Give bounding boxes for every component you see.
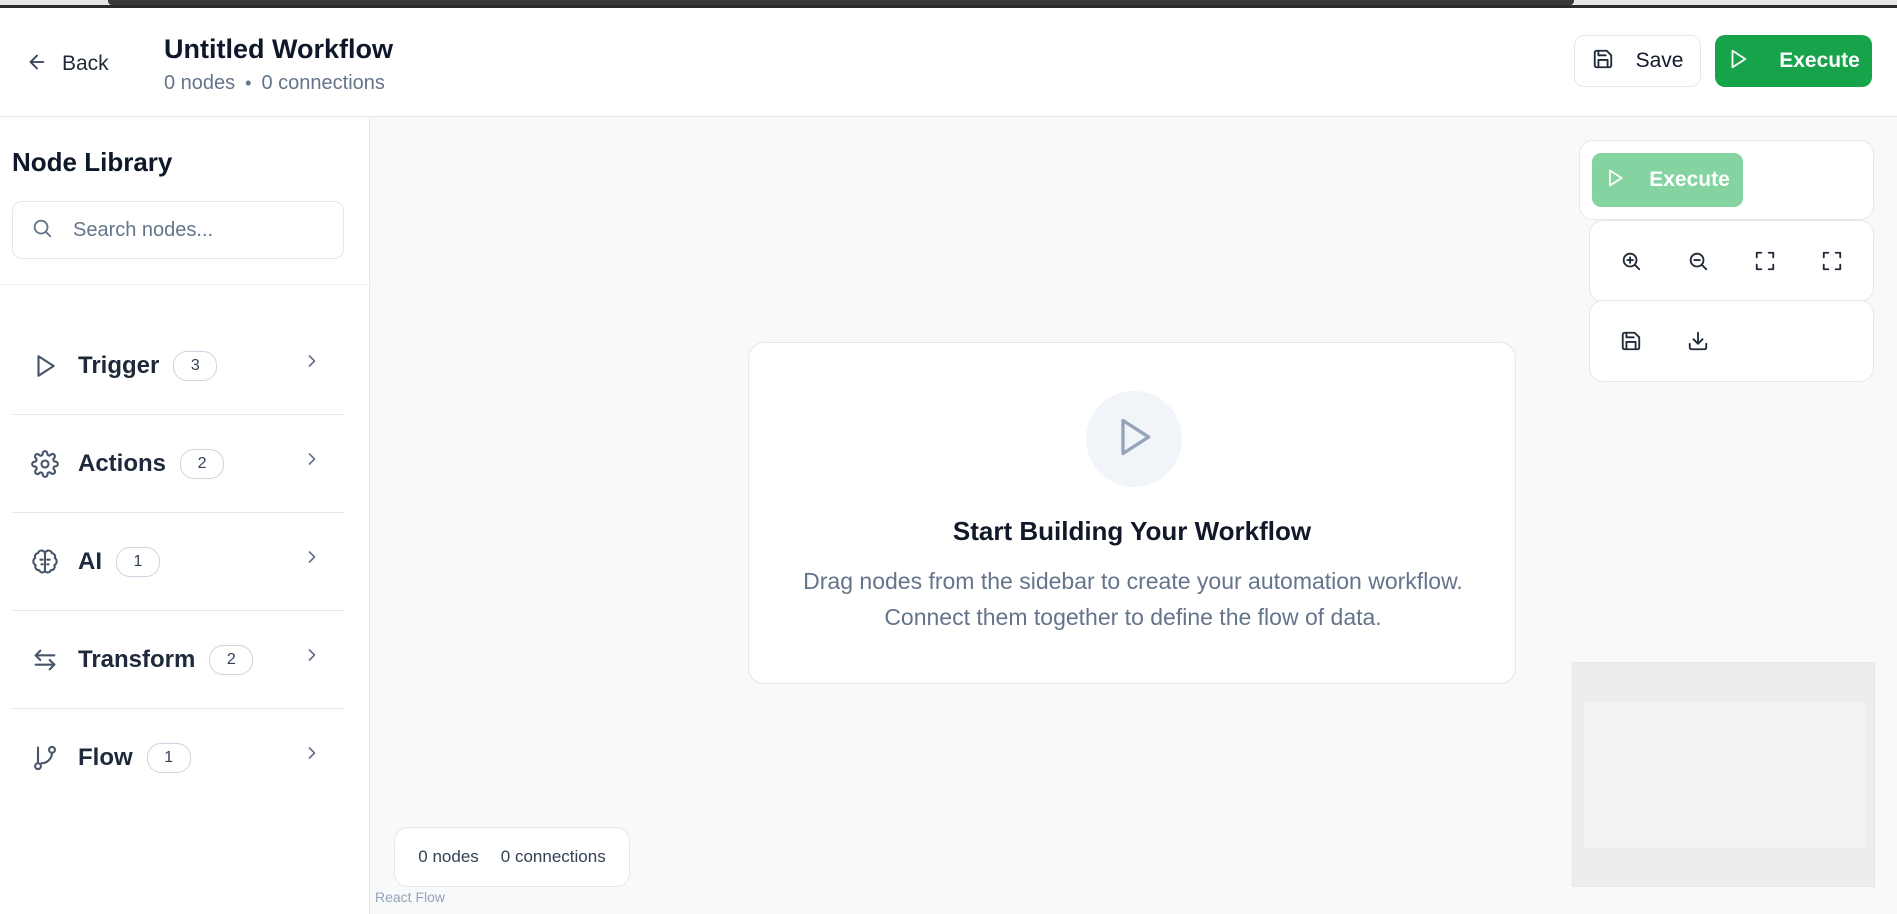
category-actions[interactable]: Actions 2: [12, 415, 344, 513]
execute-panel: Execute: [1579, 140, 1874, 220]
category-label: AI: [78, 547, 102, 575]
workflow-canvas[interactable]: Start Building Your Workflow Drag nodes …: [370, 117, 1897, 914]
chevron-right-icon: [302, 743, 322, 768]
chevron-right-icon: [302, 351, 322, 376]
file-controls-panel: [1589, 300, 1874, 382]
category-label: Transform: [78, 645, 196, 673]
category-count-badge: 2: [209, 644, 254, 675]
execute-button[interactable]: Execute: [1715, 35, 1872, 87]
brain-icon: [30, 547, 60, 577]
search-icon: [31, 217, 53, 244]
category-transform[interactable]: Transform 2: [12, 611, 344, 709]
category-label: Trigger: [78, 351, 160, 379]
react-flow-attribution[interactable]: React Flow: [375, 889, 445, 905]
arrows-icon: [30, 645, 60, 675]
category-label: Actions: [78, 449, 167, 477]
back-button[interactable]: Back: [26, 48, 109, 80]
chevron-right-icon: [302, 449, 322, 474]
category-count-badge: 1: [116, 546, 160, 577]
category-flow[interactable]: Flow 1: [12, 709, 344, 806]
save-icon: [1592, 48, 1614, 75]
canvas-execute-button[interactable]: Execute: [1592, 153, 1743, 207]
empty-state-title: Start Building Your Workflow: [952, 516, 1312, 546]
branch-icon: [30, 743, 60, 773]
empty-state-description: Drag nodes from the sidebar to create yo…: [803, 568, 1463, 630]
fit-view-icon[interactable]: [1749, 245, 1781, 277]
zoom-in-icon[interactable]: [1615, 245, 1647, 277]
workflow-summary: 0 nodes • 0 connections: [164, 72, 385, 95]
minimap[interactable]: [1572, 662, 1875, 887]
browser-top-strip: [0, 0, 1897, 8]
execute-label: Execute: [1779, 49, 1860, 72]
canvas-execute-label: Execute: [1649, 168, 1730, 191]
connections-count: 0 connections: [261, 72, 385, 94]
play-icon: [1727, 48, 1749, 75]
play-icon: [1605, 168, 1625, 193]
empty-state-icon-circle: [1086, 391, 1182, 487]
app-header: Back Untitled Workflow 0 nodes • 0 conne…: [0, 8, 1897, 117]
category-ai[interactable]: AI 1: [12, 513, 344, 611]
back-label: Back: [62, 52, 109, 75]
category-trigger[interactable]: Trigger 3: [12, 317, 344, 415]
stats-connections: 0 connections: [500, 847, 606, 866]
empty-state-card: Start Building Your Workflow Drag nodes …: [748, 342, 1516, 684]
node-library-sidebar: Node Library Trigger 3 Actions 2: [0, 117, 370, 914]
play-icon: [1112, 415, 1156, 464]
play-icon: [30, 351, 60, 381]
save-button[interactable]: Save: [1574, 35, 1701, 87]
workflow-title: Untitled Workflow: [164, 34, 393, 64]
category-list: Trigger 3 Actions 2 AI 1 Transform 2 Flo…: [12, 317, 344, 806]
save-icon[interactable]: [1615, 325, 1647, 357]
chevron-right-icon: [302, 547, 322, 572]
category-count-badge: 1: [146, 742, 191, 773]
sidebar-divider: [0, 284, 369, 285]
download-icon[interactable]: [1682, 325, 1714, 357]
chevron-right-icon: [302, 645, 322, 670]
node-library-title: Node Library: [12, 147, 173, 177]
stats-nodes: 0 nodes: [418, 847, 479, 866]
category-count-badge: 2: [180, 448, 225, 479]
category-count-badge: 3: [173, 350, 218, 381]
search-input[interactable]: [71, 217, 325, 243]
minimap-viewport[interactable]: [1584, 702, 1866, 848]
arrow-left-icon: [26, 51, 48, 78]
gear-icon: [30, 449, 60, 479]
search-box[interactable]: [12, 201, 344, 259]
separator-dot: •: [245, 73, 252, 93]
zoom-controls-panel: [1589, 220, 1874, 302]
fullscreen-icon[interactable]: [1816, 245, 1848, 277]
save-label: Save: [1635, 49, 1684, 72]
category-label: Flow: [78, 743, 133, 771]
zoom-out-icon[interactable]: [1682, 245, 1714, 277]
canvas-stats-panel: 0 nodes 0 connections: [394, 827, 630, 887]
nodes-count: 0 nodes: [164, 72, 236, 94]
